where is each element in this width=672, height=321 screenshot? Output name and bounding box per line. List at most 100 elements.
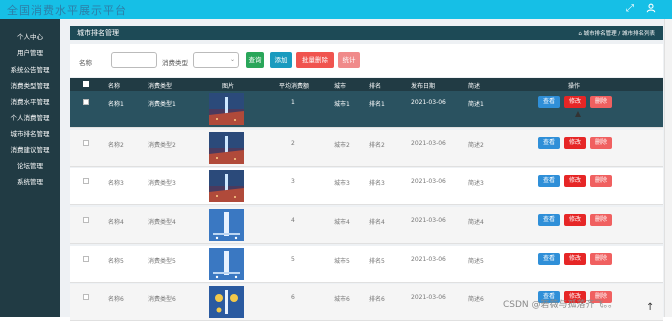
cell-rank: 排名1 — [369, 101, 385, 108]
cell-description: 简述3 — [468, 180, 484, 187]
tab-city-ranking[interactable]: 城市排名管理 — [77, 28, 119, 38]
cell-description: 简述5 — [468, 258, 484, 265]
view-button[interactable]: 查看 — [538, 96, 560, 108]
header-date[interactable]: 发布日期 — [411, 81, 435, 90]
delete-button[interactable]: 删除 — [590, 214, 612, 226]
cell-description: 简述2 — [468, 142, 484, 149]
sidebar-item-city-ranking[interactable]: 城市排名管理 — [0, 128, 60, 138]
breadcrumb: ⌂ 城市排名管理 / 城市排名列表 — [578, 29, 655, 37]
edit-button[interactable]: 修改 — [564, 137, 586, 149]
user-icon[interactable] — [645, 3, 657, 15]
expand-icon[interactable]: ⤢ — [624, 3, 636, 15]
row-image — [209, 209, 244, 241]
sidebar-item-consumption-levels[interactable]: 消费水平管理 — [0, 96, 60, 106]
cell-city: 城市1 — [334, 101, 350, 108]
delete-button[interactable]: 删除 — [590, 137, 612, 149]
sidebar-item-consumption-advice[interactable]: 消费建议管理 — [0, 144, 60, 154]
delete-button[interactable]: 删除 — [590, 175, 612, 187]
cell-rank: 排名2 — [369, 142, 385, 149]
row-checkbox[interactable] — [83, 140, 89, 146]
row-checkbox[interactable] — [83, 99, 89, 105]
sidebar-item-consumption-types[interactable]: 消费类型管理 — [0, 80, 60, 90]
type-select[interactable]: ⌄ — [193, 52, 239, 68]
header-average[interactable]: 平均消费额 — [279, 81, 309, 90]
sidebar-item-forum[interactable]: 论坛管理 — [0, 160, 60, 170]
sidebar-item-personal-consumption[interactable]: 个人消费管理 — [0, 112, 60, 122]
table-row[interactable]: 名称2 消费类型2 2 城市2 排名2 2021-03-06 简述2 查看 修改… — [70, 130, 663, 167]
home-icon[interactable]: ⌂ — [578, 31, 582, 37]
sidebar-item-profile[interactable]: 个人中心 — [0, 31, 60, 41]
header-name[interactable]: 名称 — [108, 81, 120, 90]
row-checkbox[interactable] — [83, 256, 89, 262]
cell-date: 2021-03-06 — [411, 294, 446, 301]
delete-button[interactable]: 删除 — [590, 96, 612, 108]
app-title: 全国消费水平展示平台 — [7, 4, 127, 17]
edit-button[interactable]: 修改 — [564, 96, 586, 108]
cell-average: 5 — [291, 256, 295, 263]
header-rank[interactable]: 排名 — [369, 81, 381, 90]
header-description: 简述 — [468, 83, 481, 90]
edit-button[interactable]: 修改 — [564, 253, 586, 265]
cell-name: 名称2 — [108, 142, 124, 149]
cell-description: 简述1 — [468, 101, 484, 108]
chevron-down-icon: ⌄ — [229, 56, 235, 63]
cell-name: 名称1 — [108, 101, 124, 108]
table-row[interactable]: 名称3 消费类型3 3 城市3 排名3 2021-03-06 简述3 查看 修改… — [70, 168, 663, 205]
header-type[interactable]: 消费类型 — [148, 81, 172, 90]
view-button[interactable]: 查看 — [538, 175, 560, 187]
view-button[interactable]: 查看 — [538, 214, 560, 226]
stats-button[interactable]: 统计 — [338, 52, 360, 68]
name-input[interactable] — [111, 52, 157, 68]
cell-city: 城市2 — [334, 142, 350, 149]
edit-button[interactable]: 修改 — [564, 175, 586, 187]
cell-average: 3 — [291, 178, 295, 185]
delete-button[interactable]: 删除 — [590, 253, 612, 265]
row-checkbox[interactable] — [83, 217, 89, 223]
cell-description: 简述4 — [468, 219, 484, 226]
row-image — [209, 170, 244, 202]
sidebar-item-announcements[interactable]: 系统公告管理 — [0, 64, 60, 74]
cell-date: 2021-03-06 — [411, 178, 446, 185]
header-actions: 操作 — [568, 83, 581, 90]
search-button[interactable]: 查询 — [246, 52, 264, 68]
cell-average: 4 — [291, 217, 295, 224]
cell-name: 名称6 — [108, 296, 124, 303]
edit-button[interactable]: 修改 — [564, 214, 586, 226]
row-image — [209, 132, 244, 164]
batch-delete-button[interactable]: 批量删除 — [296, 52, 334, 68]
scrollbar[interactable] — [664, 19, 672, 317]
cell-type: 消费类型3 — [148, 180, 176, 187]
up-arrow-icon: ↑ — [646, 302, 655, 313]
tab-bar: 城市排名管理 ⌂ 城市排名管理 / 城市排名列表 — [70, 26, 663, 40]
view-button[interactable]: 查看 — [538, 137, 560, 149]
add-button[interactable]: 添加 — [270, 52, 292, 68]
table-row[interactable]: 名称4 消费类型4 4 城市4 排名4 2021-03-06 简述4 查看 修改… — [70, 207, 663, 244]
cell-date: 2021-03-06 — [411, 140, 446, 147]
header-city[interactable]: 城市 — [334, 81, 346, 90]
sidebar: 个人中心 用户管理 系统公告管理 消费类型管理 消费水平管理 个人消费管理 城市… — [0, 19, 60, 317]
cell-date: 2021-03-06 — [411, 217, 446, 224]
cell-rank: 排名3 — [369, 180, 385, 187]
cell-name: 名称3 — [108, 180, 124, 187]
table-row[interactable]: 名称5 消费类型5 5 城市5 排名5 2021-03-06 简述5 查看 修改… — [70, 246, 663, 283]
sidebar-item-system[interactable]: 系统管理 — [0, 176, 60, 186]
cell-city: 城市5 — [334, 258, 350, 265]
cell-average: 2 — [291, 140, 295, 147]
row-checkbox[interactable] — [83, 178, 89, 184]
cell-name: 名称5 — [108, 258, 124, 265]
cell-date: 2021-03-06 — [411, 256, 446, 263]
breadcrumb-text: 城市排名管理 / 城市排名列表 — [583, 31, 655, 37]
cell-name: 名称4 — [108, 219, 124, 226]
row-checkbox[interactable] — [83, 294, 89, 300]
sidebar-item-users[interactable]: 用户管理 — [0, 47, 60, 57]
cell-average: 1 — [291, 99, 295, 106]
cell-city: 城市3 — [334, 180, 350, 187]
cell-rank: 排名5 — [369, 258, 385, 265]
filter-bar: 名称 消费类型 ⌄ 查询 添加 批量删除 统计 — [70, 44, 663, 77]
table-header: 名称 消费类型 图片 平均消费额 城市 排名 发布日期 简述 操作 — [70, 78, 663, 91]
row-image — [209, 93, 244, 125]
table-row[interactable]: 名称1 消费类型1 1 城市1 排名1 2021-03-06 简述1 查看 修改… — [70, 91, 663, 128]
watermark: CSDN @箬薇与孤落齐飞。。 — [503, 300, 618, 310]
view-button[interactable]: 查看 — [538, 253, 560, 265]
select-all-checkbox[interactable] — [83, 81, 89, 87]
